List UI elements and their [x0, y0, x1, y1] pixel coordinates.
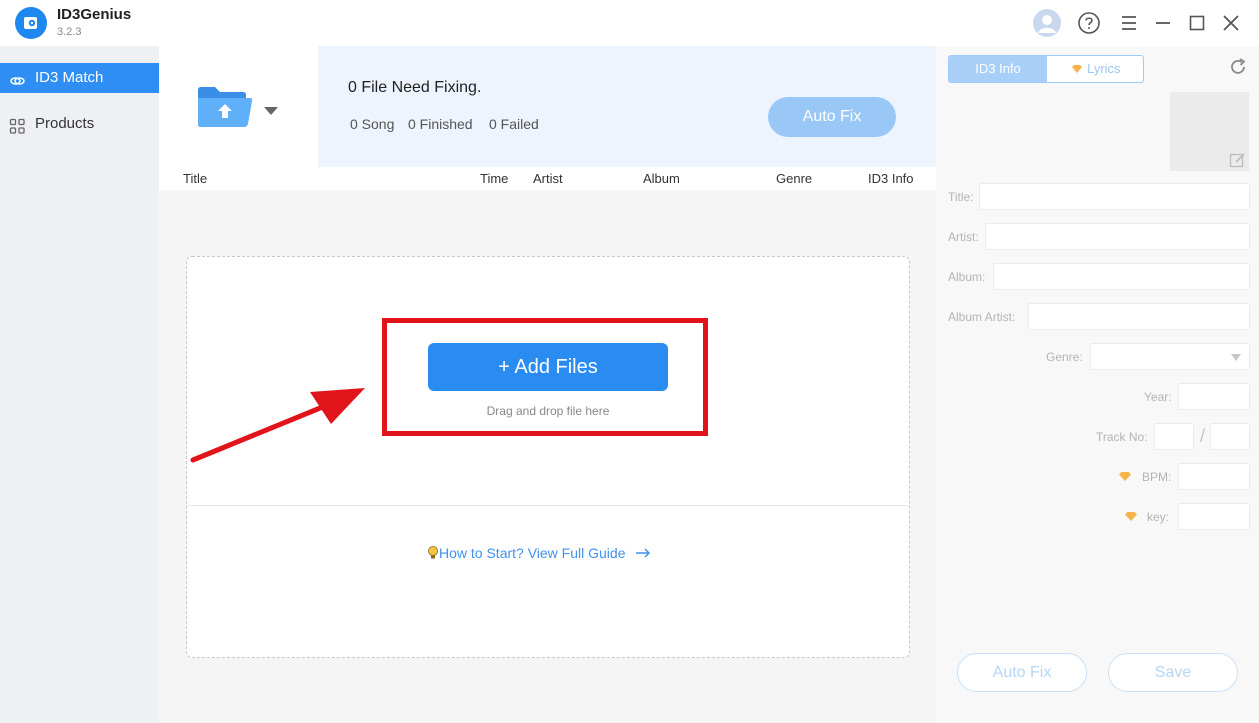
- refresh-icon[interactable]: [1228, 57, 1248, 77]
- folder-selector[interactable]: [159, 46, 318, 167]
- song-count: 0 Song: [350, 116, 395, 132]
- save-button[interactable]: Save: [1108, 653, 1238, 692]
- track-number-input[interactable]: [1154, 423, 1194, 450]
- premium-diamond-icon: [1119, 472, 1131, 481]
- album-input[interactable]: [993, 263, 1250, 290]
- year-input[interactable]: [1178, 383, 1250, 410]
- title-bar: ID3Genius 3.2.3: [0, 0, 1259, 46]
- column-genre[interactable]: Genre: [776, 171, 812, 186]
- status-panel: 0 File Need Fixing. 0 Song 0 Finished 0 …: [318, 46, 936, 167]
- table-header: Title Time Artist Album Genre ID3 Info: [159, 167, 936, 190]
- upload-folder-icon: [198, 87, 253, 127]
- finished-count: 0 Finished: [408, 116, 473, 132]
- full-guide-link[interactable]: How to Start? View Full Guide: [427, 545, 651, 561]
- user-avatar-icon[interactable]: [1032, 8, 1062, 38]
- title-input[interactable]: [979, 183, 1250, 210]
- year-label: Year:: [1144, 390, 1172, 404]
- album-label: Album:: [948, 270, 986, 284]
- title-label: Title:: [948, 190, 974, 204]
- annotation-arrow-icon: [190, 388, 365, 463]
- album-artist-label: Album Artist:: [948, 310, 1016, 324]
- tab-id3-info[interactable]: ID3 Info: [949, 56, 1047, 82]
- arrow-right-icon: [636, 548, 651, 558]
- key-label: key:: [1147, 510, 1170, 524]
- chevron-down-icon: [1231, 354, 1241, 361]
- sidebar-item-products[interactable]: Products: [0, 109, 159, 139]
- divider: [187, 505, 909, 506]
- key-input[interactable]: [1178, 503, 1250, 530]
- lightbulb-icon: [428, 546, 438, 559]
- column-id3-info[interactable]: ID3 Info: [868, 171, 914, 186]
- album-artist-input[interactable]: [1028, 303, 1250, 330]
- status-title: 0 File Need Fixing.: [348, 79, 482, 96]
- app-name: ID3Genius: [57, 6, 132, 23]
- tab-lyrics[interactable]: Lyrics: [1047, 56, 1143, 82]
- artist-input[interactable]: [985, 223, 1250, 250]
- edit-icon[interactable]: [1229, 151, 1247, 169]
- bpm-input[interactable]: [1178, 463, 1250, 490]
- column-title[interactable]: Title: [183, 171, 207, 186]
- annotation-highlight-box: [382, 318, 708, 436]
- id3-info-panel: ID3 Info Lyrics Title: Artist: Album: Al…: [936, 46, 1259, 723]
- close-icon[interactable]: [1216, 8, 1246, 38]
- panel-tabs: ID3 Info Lyrics: [948, 55, 1144, 83]
- failed-count: 0 Failed: [489, 116, 539, 132]
- genre-select[interactable]: [1090, 343, 1250, 370]
- menu-icon[interactable]: [1114, 8, 1144, 38]
- link-icon: [9, 70, 26, 87]
- column-artist[interactable]: Artist: [533, 171, 563, 186]
- bpm-label: BPM:: [1142, 470, 1172, 484]
- auto-fix-button[interactable]: Auto Fix: [768, 97, 896, 137]
- dropdown-arrow-icon[interactable]: [263, 106, 279, 116]
- column-album[interactable]: Album: [643, 171, 680, 186]
- premium-diamond-icon: [1125, 512, 1137, 521]
- app-version: 3.2.3: [57, 26, 82, 38]
- track-separator: /: [1200, 426, 1206, 446]
- app-logo-icon: [15, 7, 47, 39]
- sidebar: ID3 Match Products: [0, 46, 159, 723]
- album-cover[interactable]: [1170, 92, 1249, 171]
- genre-label: Genre:: [1046, 350, 1083, 364]
- help-icon[interactable]: [1074, 8, 1104, 38]
- artist-label: Artist:: [948, 230, 979, 244]
- sidebar-item-id3-match[interactable]: ID3 Match: [0, 63, 159, 93]
- grid-icon: [9, 116, 26, 134]
- guide-text: How to Start? View Full Guide: [439, 545, 626, 561]
- column-time[interactable]: Time: [480, 171, 508, 186]
- diamond-icon: [1072, 65, 1083, 73]
- track-no-label: Track No:: [1096, 430, 1148, 444]
- sidebar-item-label: ID3 Match: [35, 69, 104, 86]
- panel-auto-fix-button[interactable]: Auto Fix: [957, 653, 1087, 692]
- sidebar-item-label: Products: [35, 115, 95, 132]
- track-total-input[interactable]: [1210, 423, 1250, 450]
- tab-lyrics-label: Lyrics: [1087, 61, 1121, 76]
- maximize-icon[interactable]: [1182, 8, 1212, 38]
- minimize-icon[interactable]: [1148, 8, 1178, 38]
